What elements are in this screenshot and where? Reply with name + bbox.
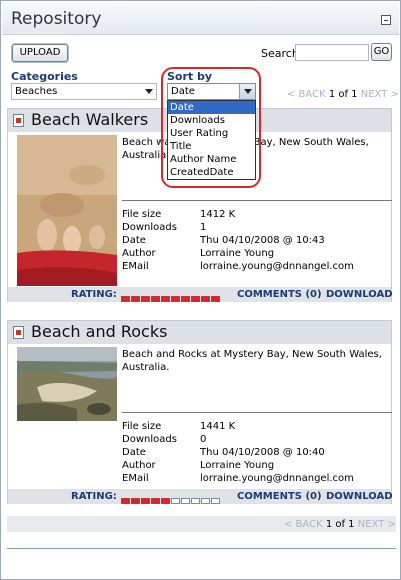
item-description: Beach walkers at Mystery Bay, New South … [122, 137, 369, 161]
meta-value[interactable]: lorraine.young@dnnangel.com [200, 473, 354, 484]
rating-segment[interactable] [171, 296, 180, 302]
meta-label: EMail [122, 261, 149, 272]
rating-segment[interactable] [181, 498, 190, 504]
rating-segment[interactable] [141, 498, 150, 504]
rating-label: RATING: [71, 289, 117, 300]
categories-label: Categories [11, 70, 78, 83]
file-icon [13, 114, 24, 127]
rating-segment[interactable] [191, 296, 200, 302]
item-card-beach-and-rocks: Beach and Rocks Beach and Rocks at Myste… [7, 320, 393, 504]
rating-segment[interactable] [131, 498, 140, 504]
sort-by-label: Sort by [167, 70, 213, 83]
bottom-divider [7, 548, 396, 549]
pager-back-link[interactable]: < BACK [284, 519, 323, 530]
chevron-down-icon [145, 89, 153, 94]
pager-top: < BACK 1 of 1 NEXT > [287, 89, 399, 100]
search-label: Search [261, 47, 299, 60]
rating-bar[interactable] [121, 292, 221, 302]
pager-next-link[interactable]: NEXT > [361, 89, 399, 100]
comments-link[interactable]: COMMENTS (0) [237, 289, 322, 300]
meta-value: 1412 K [200, 209, 236, 220]
search-input[interactable] [295, 44, 369, 61]
meta-value: Thu 04/10/2008 @ 10:43 [200, 235, 325, 246]
module-titlebar: Repository [2, 2, 399, 35]
rating-segment[interactable] [201, 296, 210, 302]
rating-segment[interactable] [121, 296, 130, 302]
item-header: Beach and Rocks [8, 321, 391, 344]
sort-select[interactable]: Date [167, 83, 256, 100]
divider [122, 412, 392, 413]
meta-value: 1 [200, 222, 207, 233]
download-link[interactable]: DOWNLOAD [326, 491, 393, 502]
meta-label: File size [122, 421, 162, 432]
meta-label: File size [122, 209, 162, 220]
rating-segment[interactable] [181, 296, 190, 302]
beach-and-rocks-thumbnail[interactable] [17, 347, 117, 421]
meta-value: Thu 04/10/2008 @ 10:40 [200, 447, 325, 458]
sort-option[interactable]: Author Name [168, 153, 255, 166]
file-icon [13, 326, 24, 339]
pager-next-link[interactable]: NEXT > [358, 519, 396, 530]
minimize-icon[interactable] [381, 15, 391, 25]
comments-link[interactable]: COMMENTS (0) [237, 491, 322, 502]
go-button[interactable]: GO [371, 43, 392, 61]
dropdown-arrow-icon[interactable] [239, 84, 255, 99]
repository-module: Repository UPLOAD Search GO Categories B… [0, 0, 401, 580]
item-meta: File size 1412 K Downloads 1 Date Thu 04/10… [122, 208, 354, 273]
pager-bottom: < BACK 1 of 1 NEXT > [284, 519, 396, 530]
pager-back-link[interactable]: < BACK [287, 89, 326, 100]
rating-segment[interactable] [151, 498, 160, 504]
rating-segment[interactable] [171, 498, 180, 504]
item-description: Beach and Rocks at Mystery Bay, New Sout… [122, 349, 382, 373]
rating-segment[interactable] [211, 498, 220, 504]
rating-bar[interactable] [121, 494, 221, 504]
meta-label: Author [122, 460, 156, 471]
sort-select-value: Date [171, 86, 195, 97]
rating-segment[interactable] [161, 296, 170, 302]
meta-label: Downloads [122, 434, 177, 445]
sort-option[interactable]: Title [168, 140, 255, 153]
meta-value: 0 [200, 434, 207, 445]
module-title: Repository [11, 9, 102, 29]
pager-page-text: 1 of 1 [325, 519, 355, 530]
category-select[interactable]: Beaches [11, 83, 157, 100]
item-meta: File size 1441 K Downloads 0 Date Thu 04/10… [122, 420, 354, 485]
item-title[interactable]: Beach and Rocks [31, 322, 167, 341]
item-footer: RATING: COMMENTS (0) DOWNLOAD [8, 286, 393, 302]
rating-label: RATING: [71, 491, 117, 502]
sort-option[interactable]: CreatedDate [168, 166, 255, 179]
download-link[interactable]: DOWNLOAD [326, 289, 393, 300]
sort-options-list: Date Downloads User Rating Title Author Name… [167, 100, 256, 180]
item-title[interactable]: Beach Walkers [31, 110, 148, 129]
meta-value: Lorraine Young [200, 248, 275, 259]
meta-label: Author [122, 248, 156, 259]
divider [122, 200, 392, 201]
rating-segment[interactable] [211, 296, 220, 302]
item-footer: RATING: COMMENTS (0) DOWNLOAD [8, 488, 393, 504]
pager-page-text: 1 of 1 [328, 89, 358, 100]
rating-segment[interactable] [191, 498, 200, 504]
rating-segment[interactable] [141, 296, 150, 302]
meta-label: EMail [122, 473, 149, 484]
rating-segment[interactable] [201, 498, 210, 504]
category-select-value: Beaches [15, 86, 58, 97]
meta-label: Date [122, 235, 146, 246]
rating-segment[interactable] [151, 296, 160, 302]
rating-segment[interactable] [131, 296, 140, 302]
meta-label: Downloads [122, 222, 177, 233]
rating-segment[interactable] [161, 498, 170, 504]
meta-value: 1441 K [200, 421, 236, 432]
sort-option[interactable]: User Rating [168, 127, 255, 140]
rating-segment[interactable] [121, 498, 130, 504]
meta-label: Date [122, 447, 146, 458]
meta-value[interactable]: lorraine.young@dnnangel.com [200, 261, 354, 272]
sort-option[interactable]: Date [168, 101, 255, 114]
upload-button[interactable]: UPLOAD [12, 44, 68, 62]
meta-value: Lorraine Young [200, 460, 275, 471]
beach-walkers-thumbnail[interactable] [17, 135, 117, 288]
sort-option[interactable]: Downloads [168, 114, 255, 127]
